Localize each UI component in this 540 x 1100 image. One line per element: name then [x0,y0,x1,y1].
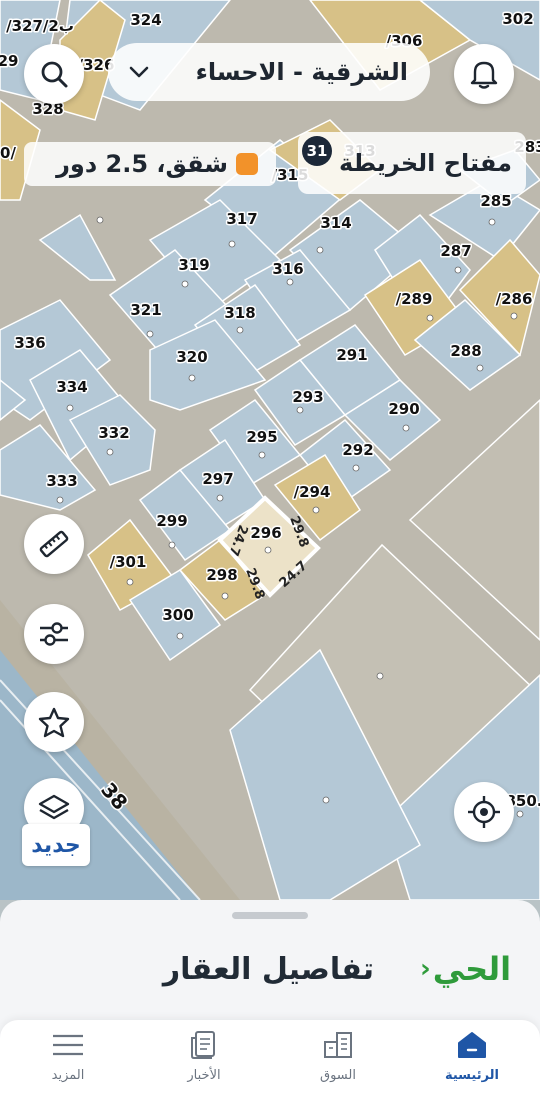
region-selector[interactable]: الشرقية - الاحساء [108,43,430,101]
home-icon [458,1032,486,1058]
plot-label: 316 [272,260,303,278]
district-link[interactable]: الحي ‹ [420,950,511,988]
menu-icon [53,1034,83,1056]
plot-label: 302 [502,10,533,28]
district-label: الحي [432,950,512,988]
plot-label: 0/ [0,144,16,162]
buildings-icon [324,1032,352,1058]
drag-handle[interactable] [232,912,308,919]
nav-item-home[interactable]: الرئيسية [422,1030,522,1083]
plot-label: 29 [0,52,18,70]
filter-color-swatch [236,153,258,175]
plot-label: 300 [162,606,193,624]
search-button[interactable] [24,44,84,104]
legend-badge: 31 [302,136,332,166]
nav-label-news: الأخبار [187,1068,221,1083]
plot-label: /294 [294,483,331,501]
crosshair-icon [468,796,500,828]
chevron-left-icon: ‹ [420,954,431,984]
map-key-label: مفتاح الخريطة [338,149,512,177]
plot-label: 317 [226,210,257,228]
favorites-button[interactable] [24,692,84,752]
plot-label: 288 [450,342,481,360]
plot-label: 298 [206,566,237,584]
plot-label: 324 [130,11,161,29]
search-icon [41,61,68,88]
nav-item-more[interactable]: المزيد [18,1030,118,1083]
plot-label: 336 [14,334,45,352]
news-icon [191,1031,215,1059]
bottom-nav: الرئيسية السوق الأخبار المزيد [0,1020,540,1100]
region-label: الشرقية - الاحساء [195,58,408,86]
ruler-icon [39,530,69,558]
plot-label: 332 [98,424,129,442]
locate-button[interactable] [454,782,514,842]
layers-icon [38,794,70,820]
nav-label-market: السوق [320,1068,356,1083]
chevron-down-icon [129,66,149,78]
plot-label: /327/2ب [6,17,74,35]
measure-button[interactable] [24,514,84,574]
plot-label: /286 [496,290,533,308]
bell-icon [470,61,498,89]
plot-label: /289 [396,290,433,308]
nav-label-home: الرئيسية [444,1068,500,1083]
plot-label: 296 [250,524,281,542]
plot-label: 320 [176,348,207,366]
star-icon [38,707,70,738]
filter-chip-label: شقق، 2.5 دور [56,150,228,178]
sheet-title: تفاصيل العقار [162,952,374,987]
plot-label: 314 [320,214,351,232]
plot-label: 291 [336,346,367,364]
nav-label-more: المزيد [51,1068,85,1083]
filters-button[interactable] [24,604,84,664]
plot-label: 285 [480,192,511,210]
plot-label: 290 [388,400,419,418]
plot-label: 287 [440,242,471,260]
nav-item-news[interactable]: الأخبار [154,1030,254,1083]
notifications-button[interactable] [454,44,514,104]
plot-label: 321 [130,301,161,319]
plot-label: 293 [292,388,323,406]
plot-label: 292 [342,441,373,459]
new-badge: جديد [22,824,90,866]
plot-label: /301 [110,553,147,571]
sliders-icon [40,622,68,646]
plot-label: 297 [202,470,233,488]
map-key-button[interactable]: 31 مفتاح الخريطة [298,132,526,194]
nav-item-market[interactable]: السوق [288,1030,388,1083]
plot-label: 319 [178,256,209,274]
plot-label: 295 [246,428,277,446]
plot-label: 334 [56,378,87,396]
plot-label: 333 [46,472,77,490]
filter-chip[interactable]: شقق، 2.5 دور [24,142,276,186]
plot-label: 299 [156,512,187,530]
plot-label: 318 [224,304,255,322]
